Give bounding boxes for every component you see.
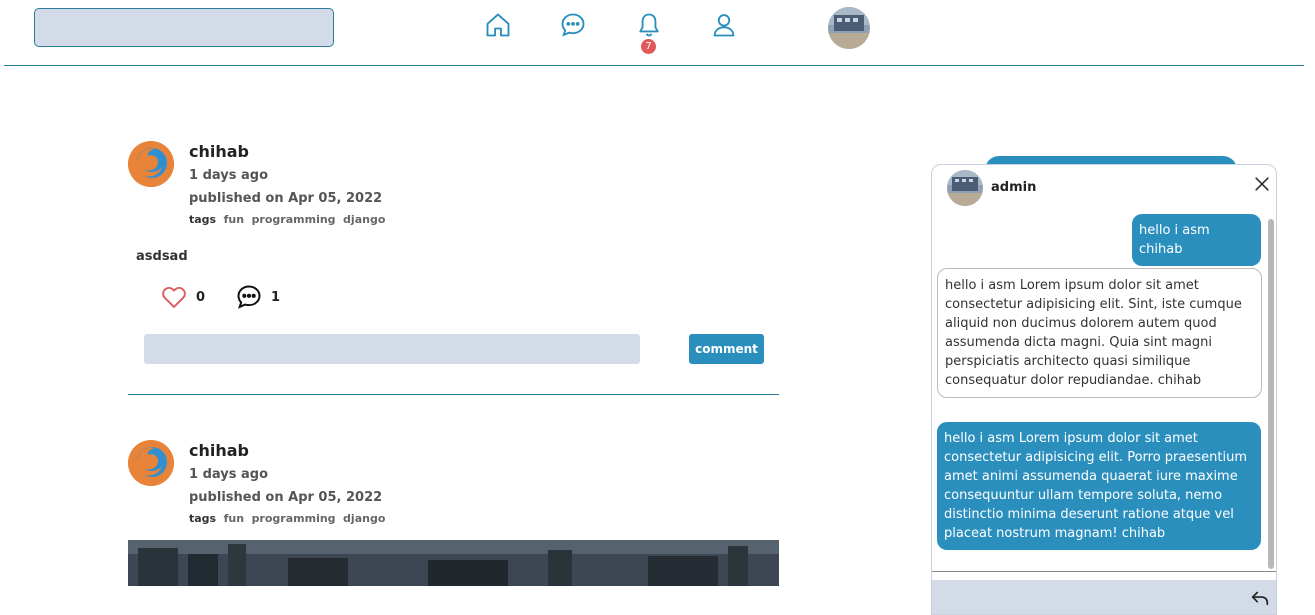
tag-programming[interactable]: programming	[252, 213, 336, 226]
post-published-date: published on Apr 05, 2022	[189, 490, 383, 505]
post-meta: chihab 1 days ago published on Apr 05, 2…	[189, 440, 385, 527]
post-tags: tags fun programming django	[189, 212, 385, 228]
chat-message-input[interactable]	[932, 580, 1276, 614]
tags-label: tags	[189, 213, 217, 226]
user-icon	[713, 14, 735, 37]
tag-django[interactable]: django	[343, 512, 385, 525]
comment-count: 1	[271, 289, 281, 305]
post-time-ago: 1 days ago	[189, 168, 268, 183]
notifications-nav-button[interactable]	[634, 10, 664, 40]
tag-django[interactable]: django	[343, 213, 385, 226]
post-published-date: published on Apr 05, 2022	[189, 191, 383, 206]
close-icon	[1255, 177, 1269, 191]
home-nav-button[interactable]	[483, 10, 513, 40]
chat-scrollbar[interactable]	[1268, 219, 1274, 569]
tags-label: tags	[189, 512, 217, 525]
comments-button[interactable]: 1	[235, 283, 280, 311]
chat-window: admin hello i asm chihab hello i asm Lor…	[931, 164, 1277, 615]
post-divider	[128, 394, 779, 395]
chat-message-outgoing: hello i asm Lorem ipsum dolor sit amet c…	[937, 422, 1261, 550]
chat-bubble-icon	[561, 13, 585, 37]
post-body: asdsad	[136, 249, 188, 264]
comment-submit-button[interactable]: comment	[689, 334, 764, 364]
post-meta: chihab 1 days ago published on Apr 05, 2…	[189, 141, 385, 228]
chat-message-incoming: hello i asm Lorem ipsum dolor sit amet c…	[937, 268, 1262, 398]
avatar-photo-icon	[947, 170, 983, 206]
chat-send-button[interactable]	[1248, 586, 1272, 610]
notification-badge: 7	[641, 39, 656, 54]
tag-programming[interactable]: programming	[252, 512, 336, 525]
chat-close-button[interactable]	[1250, 172, 1274, 196]
heart-icon	[162, 286, 186, 308]
post-tags: tags fun programming django	[189, 511, 385, 527]
author-avatar[interactable]	[128, 141, 174, 187]
firefox-logo-icon	[128, 440, 174, 486]
comment-bubble-icon	[237, 285, 261, 309]
post-photo-icon	[128, 540, 779, 586]
like-count: 0	[196, 289, 206, 305]
current-user-avatar[interactable]	[828, 7, 870, 49]
post-image	[128, 540, 779, 586]
top-navbar: 7	[4, 0, 1304, 66]
post-time-ago: 1 days ago	[189, 467, 268, 482]
comment-input[interactable]	[144, 334, 640, 364]
firefox-logo-icon	[128, 141, 174, 187]
avatar-photo-icon	[828, 7, 870, 49]
chat-contact-name: admin	[991, 180, 1037, 195]
author-avatar[interactable]	[128, 440, 174, 486]
home-icon	[486, 13, 510, 37]
chat-message-outgoing: hello i asm chihab	[1132, 214, 1261, 266]
reply-arrow-icon	[1251, 591, 1269, 606]
chat-footer	[932, 571, 1276, 614]
like-button[interactable]: 0	[160, 283, 205, 311]
profile-nav-button[interactable]	[709, 10, 739, 40]
tag-fun[interactable]: fun	[224, 512, 244, 525]
messages-nav-button[interactable]	[558, 10, 588, 40]
chat-messages[interactable]: hello i asm chihab hello i asm Lorem ips…	[932, 211, 1276, 571]
post-card: chihab 1 days ago published on Apr 05, 2…	[128, 141, 779, 396]
bell-icon	[639, 13, 659, 37]
post-card: chihab 1 days ago published on Apr 05, 2…	[128, 440, 779, 586]
tag-fun[interactable]: fun	[224, 213, 244, 226]
post-author[interactable]: chihab	[189, 141, 385, 165]
chat-header: admin	[932, 165, 1276, 211]
post-actions: 0 1	[160, 283, 310, 311]
search-input[interactable]	[34, 8, 334, 47]
post-author[interactable]: chihab	[189, 440, 385, 464]
chat-contact-avatar[interactable]	[947, 170, 983, 206]
